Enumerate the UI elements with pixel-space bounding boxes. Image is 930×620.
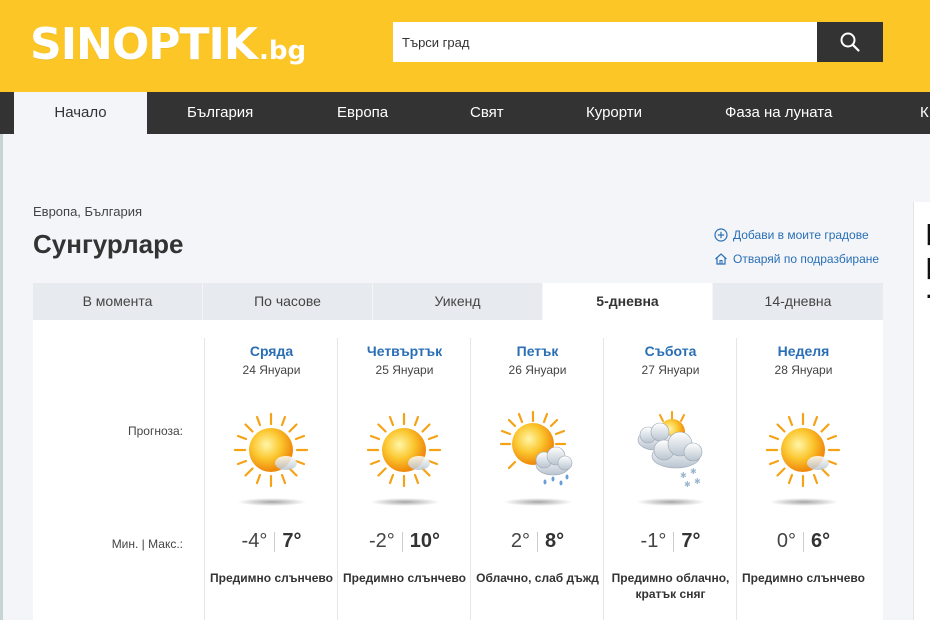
nav-left-strip bbox=[0, 92, 14, 134]
search-input[interactable] bbox=[393, 22, 817, 62]
forecast-day[interactable]: Четвъртък 25 Януари -2° 10° Предимно слъ… bbox=[337, 338, 471, 620]
forecast-day[interactable]: Неделя 28 Януари 0° 6° Предимно слънчево bbox=[736, 338, 870, 620]
temperature-range: -1° 7° bbox=[604, 530, 737, 553]
weather-description: Предимно слънчево bbox=[742, 571, 865, 585]
svg-text:✱: ✱ bbox=[684, 480, 691, 489]
tab-weekend[interactable]: Уикенд bbox=[373, 283, 543, 320]
forecast-day[interactable]: Събота 27 Януари ✱ ✱ ✱ ✱ -1° 7° Предимно… bbox=[603, 338, 737, 620]
mostly-cloudy-snow-icon: ✱ ✱ ✱ ✱ bbox=[637, 411, 703, 489]
forecast-panel: Прогноза: Мин. | Макс.: Сряда 24 Януари … bbox=[33, 320, 883, 620]
icon-shadow bbox=[503, 498, 573, 506]
site-logo[interactable]: SINOPTIK .bg bbox=[30, 14, 306, 70]
min-temp: -4° bbox=[241, 530, 268, 552]
cloudy-light-rain-icon bbox=[499, 410, 573, 486]
tab-now[interactable]: В момента bbox=[33, 283, 203, 320]
mostly-sunny-icon bbox=[366, 412, 442, 488]
temperature-range: 2° 8° bbox=[471, 530, 604, 553]
svg-text:✱: ✱ bbox=[680, 471, 687, 480]
tab-hourly[interactable]: По часове bbox=[203, 283, 373, 320]
breadcrumb: Европа, България bbox=[33, 204, 142, 219]
day-date: 27 Януари bbox=[641, 363, 700, 377]
right-side-panel: | | · bbox=[913, 202, 930, 620]
add-to-my-cities-link[interactable]: Добави в моите градове bbox=[714, 228, 869, 242]
temperature-range: -2° 10° bbox=[338, 530, 471, 553]
forecast-day[interactable]: Сряда 24 Януари -4° 7° Предимно слънчево bbox=[204, 338, 338, 620]
right-panel-glyph: · bbox=[926, 284, 930, 310]
icon-shadow bbox=[370, 498, 440, 506]
open-by-default-label: Отваряй по подразбиране bbox=[733, 252, 880, 266]
nav-item-world[interactable]: Свят bbox=[470, 92, 504, 134]
day-date: 28 Януари bbox=[774, 363, 833, 377]
right-panel-glyph: | bbox=[926, 254, 930, 280]
mostly-sunny-icon bbox=[233, 412, 309, 488]
day-name[interactable]: Петък bbox=[471, 343, 604, 359]
weather-description: Предимно облачно, кратък сняг bbox=[611, 571, 730, 601]
weather-description: Предимно слънчево bbox=[343, 571, 466, 585]
search-icon bbox=[840, 32, 860, 52]
day-name[interactable]: Сряда bbox=[205, 343, 338, 359]
icon-shadow bbox=[636, 498, 706, 506]
nav-item-moon-phase[interactable]: Фаза на луната bbox=[725, 92, 832, 134]
day-date: 24 Януари bbox=[242, 363, 301, 377]
search-button[interactable] bbox=[817, 22, 883, 62]
nav-item-more[interactable]: К bbox=[920, 92, 929, 134]
page-title: Сунгурларе bbox=[33, 229, 184, 259]
max-temp: 7° bbox=[681, 530, 701, 552]
icon-shadow bbox=[769, 498, 839, 506]
day-name[interactable]: Четвъртък bbox=[338, 343, 471, 359]
temperature-range: 0° 6° bbox=[737, 530, 870, 553]
forecast-day[interactable]: Петък 26 Януари 2° 8° Облачно, слаб дъжд bbox=[470, 338, 604, 620]
search-box bbox=[393, 22, 883, 62]
icon-shadow bbox=[237, 498, 307, 506]
nav-item-europe[interactable]: Европа bbox=[337, 92, 388, 134]
logo-main-text: SINOPTIK bbox=[30, 19, 258, 70]
day-date: 25 Януари bbox=[375, 363, 434, 377]
open-by-default-link[interactable]: Отваряй по подразбиране bbox=[714, 252, 879, 266]
mostly-sunny-icon bbox=[765, 412, 841, 488]
day-date: 26 Януари bbox=[508, 363, 567, 377]
forecast-tabs: В момента По часове Уикенд 5-дневна 14-д… bbox=[33, 283, 883, 320]
max-temp: 7° bbox=[282, 530, 302, 552]
weather-description: Облачно, слаб дъжд bbox=[476, 571, 599, 585]
main-nav: Начало България Европа Свят Курорти Фаза… bbox=[14, 92, 930, 134]
max-temp: 10° bbox=[409, 530, 441, 552]
site-header: SINOPTIK .bg bbox=[0, 0, 930, 92]
right-panel-glyph: | bbox=[926, 220, 930, 246]
home-icon bbox=[715, 253, 727, 265]
min-temp: 2° bbox=[510, 530, 530, 552]
svg-text:✱: ✱ bbox=[690, 467, 697, 476]
tab-5-day[interactable]: 5-дневна bbox=[543, 283, 713, 320]
nav-item-home[interactable]: Начало bbox=[14, 92, 147, 134]
nav-item-bulgaria[interactable]: България bbox=[187, 92, 253, 134]
plus-circle-icon bbox=[714, 228, 728, 242]
minmax-row-label: Мин. | Макс.: bbox=[111, 537, 183, 551]
svg-text:✱: ✱ bbox=[694, 477, 701, 486]
left-edge-decoration bbox=[0, 134, 3, 620]
logo-tld-text: .bg bbox=[259, 36, 307, 66]
temperature-range: -4° 7° bbox=[205, 530, 338, 553]
day-name[interactable]: Неделя bbox=[737, 343, 870, 359]
tab-14-day[interactable]: 14-дневна bbox=[713, 283, 883, 320]
forecast-row-label: Прогноза: bbox=[127, 424, 183, 438]
nav-item-resorts[interactable]: Курорти bbox=[586, 92, 642, 134]
add-to-my-cities-label: Добави в моите градове bbox=[733, 228, 869, 242]
min-temp: -1° bbox=[640, 530, 667, 552]
max-temp: 6° bbox=[811, 530, 831, 552]
weather-description: Предимно слънчево bbox=[210, 571, 333, 585]
min-temp: 0° bbox=[776, 530, 796, 552]
day-name[interactable]: Събота bbox=[604, 343, 737, 359]
max-temp: 8° bbox=[545, 530, 565, 552]
min-temp: -2° bbox=[368, 530, 395, 552]
